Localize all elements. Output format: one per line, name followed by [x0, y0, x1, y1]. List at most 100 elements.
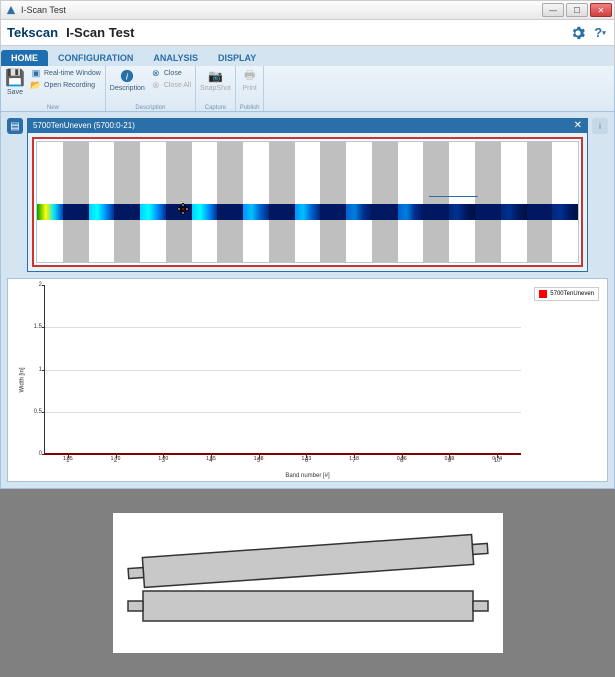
pressure-band-segment	[552, 204, 578, 220]
chart-bar-slot: 1.703	[139, 453, 187, 455]
pressure-column	[320, 142, 346, 262]
ribbon-group-capture: 📷 SnapShot Capture	[196, 66, 236, 111]
chart-xtick: 7	[352, 455, 355, 464]
ribbon-group-publish: 🖶 Print Publish	[236, 66, 265, 111]
pressure-column	[475, 142, 501, 262]
tab-analysis[interactable]: ANALYSIS	[143, 50, 208, 66]
chart-bar-slot: 0.968	[378, 453, 426, 455]
panel-titlebar[interactable]: 5700TenUneven (5700:0-21) ✕	[27, 118, 588, 133]
window-close-button[interactable]: ✕	[590, 3, 612, 17]
chart-bar-slot: 0.7410	[473, 453, 521, 455]
chart-container: 5700TenUneven Width [in] 00.511.52 1.851…	[7, 278, 608, 482]
chart-xtick: 2	[114, 455, 117, 464]
app-icon	[5, 4, 17, 16]
ribbon-group-description: i Description ⊗ Close ⊗ Close All Descri…	[106, 66, 196, 111]
tab-home[interactable]: HOME	[1, 50, 48, 66]
pressure-band-segment	[243, 204, 269, 220]
settings-icon[interactable]	[570, 25, 586, 41]
open-recording-button[interactable]: 📂 Open Recording	[31, 80, 101, 90]
pressure-band-segment	[37, 204, 63, 220]
help-icon[interactable]: ?▾	[592, 25, 608, 41]
pressure-column	[89, 142, 115, 262]
pressure-band-segment	[269, 204, 295, 220]
pressure-column	[552, 142, 578, 262]
content-area: ▤ 5700TenUneven (5700:0-21) ✕	[0, 112, 615, 489]
sidebar-toggle-right[interactable]: i	[592, 118, 608, 134]
pressure-column	[501, 142, 527, 262]
print-button[interactable]: 🖶 Print	[242, 68, 258, 92]
window-minimize-button[interactable]: —	[542, 3, 564, 17]
chart-xtick: 8	[400, 455, 403, 464]
close-circle-icon: ⊗	[151, 68, 161, 78]
legend-swatch-icon	[539, 290, 547, 298]
brand-logo: Tekscan	[7, 25, 58, 40]
camera-icon: 📷	[207, 68, 223, 84]
chart-xtick: 6	[305, 455, 308, 464]
tab-configuration[interactable]: CONFIGURATION	[48, 50, 143, 66]
pressure-band-segment	[346, 204, 372, 220]
pressure-column	[372, 142, 398, 262]
description-button[interactable]: i Description	[110, 68, 145, 92]
app-title: I-Scan Test	[66, 25, 564, 40]
snapshot-button[interactable]: 📷 SnapShot	[200, 68, 231, 92]
window-maximize-button[interactable]: ☐	[566, 3, 588, 17]
chart-ylabel: Width [in]	[20, 367, 26, 392]
pressure-column	[398, 142, 424, 262]
chart-bar-slot: 1.187	[330, 453, 378, 455]
pressure-band-segment	[140, 204, 166, 220]
chart-bar-slot: 1.336	[283, 453, 331, 455]
panel-title-text: 5700TenUneven (5700:0-21)	[33, 121, 574, 130]
roller-illustration	[113, 513, 503, 653]
ribbon-group-new: 💾 Save ▣ Real-time Window 📂 Open Recordi…	[1, 66, 106, 111]
pressure-column	[527, 142, 553, 262]
move-cursor-icon	[177, 202, 189, 214]
chart-xtick: 9	[448, 455, 451, 464]
pressure-map[interactable]	[32, 137, 583, 267]
chart-bar-slot: 0.899	[426, 453, 474, 455]
pressure-column	[114, 142, 140, 262]
pressure-column	[37, 142, 63, 262]
app-header: Tekscan I-Scan Test ?▾	[0, 20, 615, 46]
chart-bar-slot: 1.851	[44, 453, 92, 455]
ribbon: 💾 Save ▣ Real-time Window 📂 Open Recordi…	[0, 66, 615, 112]
pressure-column	[269, 142, 295, 262]
illustration-area	[0, 489, 615, 677]
pressure-column	[192, 142, 218, 262]
pressure-band-segment	[449, 204, 475, 220]
pressure-band-segment	[114, 204, 140, 220]
pressure-column	[63, 142, 89, 262]
pressure-band-segment	[89, 204, 115, 220]
pressure-band-segment	[423, 204, 449, 220]
pressure-column	[449, 142, 475, 262]
info-icon: i	[119, 68, 135, 84]
pressure-column	[295, 142, 321, 262]
pressure-band-segment	[372, 204, 398, 220]
chart-xlabel: Band number [#]	[14, 473, 601, 479]
chart-xtick: 10	[494, 455, 501, 464]
chart-xtick: 4	[209, 455, 212, 464]
pressure-band-segment	[501, 204, 527, 220]
chart-xtick: 1	[66, 455, 69, 464]
chart-bar-slot: 1.554	[187, 453, 235, 455]
realtime-window-button[interactable]: ▣ Real-time Window	[31, 68, 101, 78]
chart-xtick: 3	[162, 455, 165, 464]
ribbon-tabs: HOME CONFIGURATION ANALYSIS DISPLAY	[0, 46, 615, 66]
chart-xtick: 5	[257, 455, 260, 464]
tab-display[interactable]: DISPLAY	[208, 50, 266, 66]
close-all-icon: ⊗	[151, 80, 161, 90]
pressure-column	[423, 142, 449, 262]
folder-open-icon: 📂	[31, 80, 41, 90]
window-title: I-Scan Test	[21, 5, 542, 15]
sidebar-toggle-left[interactable]: ▤	[7, 118, 23, 134]
chart-legend[interactable]: 5700TenUneven	[534, 287, 599, 301]
close-all-button[interactable]: ⊗ Close All	[151, 80, 191, 90]
pressure-column	[243, 142, 269, 262]
save-button[interactable]: 💾 Save	[5, 68, 25, 96]
pressure-band-segment	[527, 204, 553, 220]
close-button[interactable]: ⊗ Close	[151, 68, 191, 78]
panel-close-icon[interactable]: ✕	[574, 120, 582, 131]
pressure-band-segment	[295, 204, 321, 220]
bar-chart[interactable]: 00.511.52 1.8511.7021.7031.5541.4851.336…	[44, 285, 521, 455]
pressure-column	[217, 142, 243, 262]
chart-bar-slot: 1.702	[92, 453, 140, 455]
